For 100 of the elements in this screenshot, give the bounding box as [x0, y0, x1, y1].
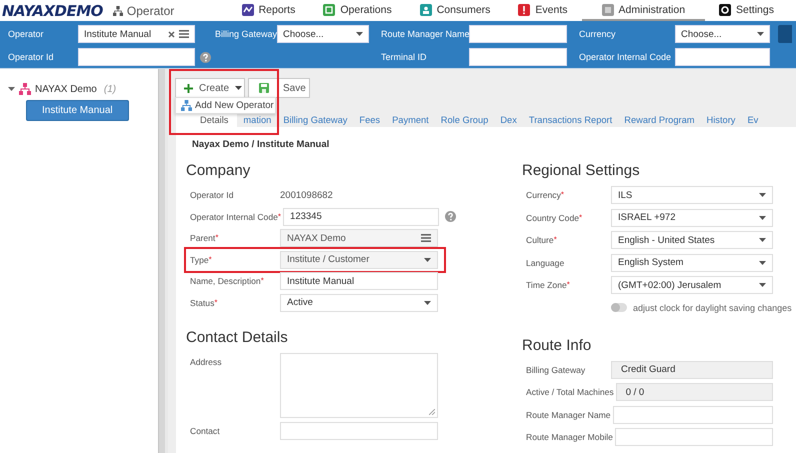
select-field[interactable]: English System [611, 254, 773, 272]
input-field[interactable]: Institute Manual [280, 272, 438, 290]
input-field[interactable] [78, 48, 195, 66]
caret-icon [759, 193, 766, 197]
field-label: Route Manager Mobile [525, 432, 614, 442]
list-icon [421, 234, 431, 242]
field-label: Time Zone* [525, 280, 571, 290]
caret-icon [235, 86, 242, 90]
people-icon [420, 4, 432, 16]
field-label: Billing Gateway [525, 364, 586, 375]
field-label: Country Code* [525, 212, 584, 223]
filter-label: Currency [579, 29, 617, 39]
page-title: Operator [126, 4, 174, 18]
section-title: Company [186, 162, 250, 179]
caret-icon [757, 32, 764, 36]
filter-label: Route Manager Name [381, 29, 469, 39]
nav-tab[interactable]: Consumers [406, 0, 504, 20]
field-label: Operator Id [189, 190, 234, 200]
logo: NAYAXDEMO [2, 2, 103, 20]
field-label: Route Manager Name [525, 410, 612, 420]
lookup-field[interactable]: Institute Manual [78, 25, 195, 43]
select-field[interactable]: English - United States [611, 231, 773, 250]
breadcrumb: Nayax Demo / Institute Manual [191, 139, 330, 150]
nav-tab[interactable]: Settings [705, 0, 788, 20]
tab[interactable]: Billing Gateway [277, 111, 354, 127]
field-label: Parent* [189, 233, 220, 244]
section-title: Contact Details [186, 328, 288, 346]
filter-label: Operator Id [8, 52, 55, 62]
nav-tab[interactable]: Operations [309, 0, 406, 20]
action-button[interactable] [778, 25, 792, 43]
select-field[interactable]: Choose... [675, 25, 770, 43]
select-field[interactable]: Choose... [277, 25, 369, 43]
tab[interactable]: History [700, 111, 742, 127]
field-label: Culture* [525, 235, 558, 246]
nav-tab[interactable]: Events [504, 0, 582, 20]
toggle-label: adjust clock for daylight saving changes [633, 302, 792, 313]
splitter[interactable] [158, 69, 168, 453]
text-area[interactable] [280, 352, 438, 418]
caret-icon [759, 238, 766, 242]
filter-label: Terminal ID [381, 52, 428, 62]
grid-icon [323, 4, 336, 16]
select-field[interactable]: ILS [611, 186, 773, 204]
tab[interactable]: Ev [741, 111, 764, 127]
section-title: Regional Settings [522, 162, 640, 179]
gear-icon [719, 4, 732, 16]
readonly-field: 0 / 0 [616, 383, 773, 402]
save-icon [259, 83, 269, 93]
tab[interactable]: Payment [386, 111, 435, 127]
section-title: Route Info [522, 336, 592, 354]
hierarchy-icon [19, 83, 31, 95]
caret-icon [759, 283, 766, 288]
input-field[interactable] [280, 422, 438, 440]
select-field[interactable]: ISRAEL +972 [611, 208, 773, 227]
toggle-switch[interactable] [611, 303, 627, 312]
input-field[interactable] [469, 25, 567, 43]
list-icon [179, 30, 189, 38]
filter-label: Billing Gateway [215, 29, 277, 39]
create-button[interactable]: Create [175, 78, 245, 98]
filter-label: Operator [8, 29, 45, 39]
caret-icon [759, 216, 766, 220]
field-label: Contact [189, 426, 221, 436]
field-label: Currency* [525, 190, 565, 200]
caret-icon [424, 258, 431, 262]
caret-icon [759, 260, 766, 265]
field-label: Type* [189, 254, 213, 265]
field-label: Status* [189, 298, 218, 308]
plus-icon [184, 84, 193, 92]
input-field[interactable] [675, 48, 770, 66]
field-label: Language [525, 258, 566, 268]
caret-icon [356, 32, 363, 36]
menu-item[interactable]: Add New Operator [176, 99, 275, 112]
field-value: 2001098682 [280, 190, 333, 200]
alert-icon [518, 4, 530, 16]
tab[interactable]: Dex [494, 111, 523, 127]
save-button[interactable]: Save [248, 78, 310, 98]
nav-tab[interactable]: Reports [228, 0, 310, 20]
input-field[interactable] [614, 428, 773, 446]
tree-node[interactable]: NAYAX Demo [35, 84, 97, 94]
input-field[interactable] [612, 406, 773, 424]
field-label: Address [189, 356, 223, 367]
input-field[interactable] [469, 48, 567, 66]
resize-icon [429, 408, 435, 415]
count-label: (1) [104, 84, 116, 94]
tab[interactable]: Fees [353, 111, 386, 127]
field-label: Active / Total Machines [525, 387, 615, 398]
caret-icon [424, 300, 431, 305]
clear-icon [168, 30, 175, 38]
hierarchy-icon [181, 100, 192, 111]
filter-label: Operator Internal Code [579, 52, 672, 62]
select-field[interactable]: (GMT+02:00) Jerusalem [611, 276, 773, 294]
tree-node[interactable]: Institute Manual [26, 100, 129, 121]
chart-icon [242, 4, 254, 16]
select-field[interactable]: Active [280, 294, 438, 312]
field-label: Name, Description* [189, 276, 265, 286]
tab[interactable]: Reward Program [618, 111, 701, 127]
tab[interactable]: Transactions Report [522, 111, 618, 127]
tab[interactable]: Role Group [434, 111, 494, 127]
input-field[interactable]: 123345 [283, 208, 440, 226]
field-label: Operator Internal Code* [189, 212, 282, 222]
readonly-field: Credit Guard [611, 360, 773, 379]
